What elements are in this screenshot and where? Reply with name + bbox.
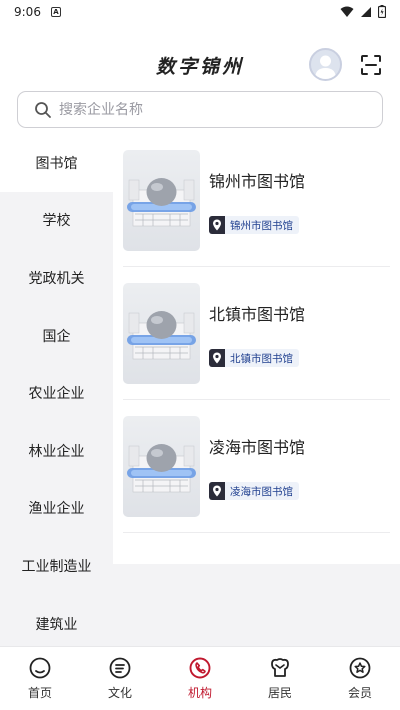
category-label: 农业企业 bbox=[28, 386, 85, 403]
institution-card[interactable]: 北镇市图书馆 北镇市图书馆 bbox=[113, 267, 400, 400]
category-item-agriculture[interactable]: 农业企业 bbox=[0, 364, 113, 422]
signal-icon bbox=[361, 6, 371, 17]
status-bar: 9:06 A bbox=[0, 0, 400, 24]
category-label: 图书馆 bbox=[35, 155, 78, 172]
library-building-image bbox=[123, 416, 200, 517]
location-tag: 锦州市图书馆 bbox=[209, 216, 299, 234]
institution-card[interactable]: 凌海市图书馆 凌海市图书馆 bbox=[113, 400, 400, 533]
category-label: 渔业企业 bbox=[28, 501, 85, 518]
status-icons bbox=[340, 5, 386, 18]
library-building-image bbox=[123, 150, 200, 251]
nav-item-culture[interactable]: 文化 bbox=[80, 647, 160, 710]
category-label: 建筑业 bbox=[35, 616, 78, 633]
member-icon bbox=[349, 657, 371, 679]
home-icon bbox=[29, 657, 51, 679]
category-item-library[interactable]: 图书馆 bbox=[0, 134, 113, 192]
category-item-manufacturing[interactable]: 工业制造业 bbox=[0, 537, 113, 595]
institution-name: 北镇市图书馆 bbox=[209, 305, 306, 324]
content-area: 图书馆 学校 党政机关 国企 农业企业 林业企业 渔业企业 工业制造业 建筑业 bbox=[0, 134, 400, 646]
institution-name: 凌海市图书馆 bbox=[209, 438, 306, 457]
category-label: 党政机关 bbox=[28, 270, 85, 287]
search-icon bbox=[35, 101, 51, 118]
category-item-government[interactable]: 党政机关 bbox=[0, 249, 113, 307]
location-tag: 北镇市图书馆 bbox=[209, 349, 299, 367]
app-header: 数字锦州 bbox=[0, 40, 400, 88]
location-text: 锦州市图书馆 bbox=[230, 219, 293, 232]
nav-item-home[interactable]: 首页 bbox=[0, 647, 80, 710]
institution-list: 锦州市图书馆 锦州市图书馆 北镇市图书馆 北镇市图书馆 凌海市图书馆 凌海市图书… bbox=[113, 134, 400, 564]
status-time: 9:06 bbox=[14, 5, 41, 19]
location-pin-icon bbox=[209, 482, 225, 500]
location-pin-icon bbox=[209, 216, 225, 234]
category-item-school[interactable]: 学校 bbox=[0, 192, 113, 250]
category-item-fishery[interactable]: 渔业企业 bbox=[0, 480, 113, 538]
divider bbox=[123, 532, 390, 533]
category-label: 国企 bbox=[42, 328, 71, 345]
residents-icon bbox=[271, 658, 289, 677]
notification-icon: A bbox=[50, 7, 61, 17]
category-sidebar: 图书馆 学校 党政机关 国企 农业企业 林业企业 渔业企业 工业制造业 建筑业 bbox=[0, 134, 113, 646]
category-item-construction[interactable]: 建筑业 bbox=[0, 595, 113, 646]
category-label: 学校 bbox=[42, 213, 71, 230]
scan-button[interactable] bbox=[358, 52, 384, 78]
category-label: 林业企业 bbox=[28, 443, 85, 460]
nav-label: 会员 bbox=[347, 686, 372, 700]
nav-item-member[interactable]: 会员 bbox=[320, 647, 400, 710]
search-input[interactable] bbox=[59, 101, 359, 118]
culture-icon bbox=[109, 657, 131, 679]
search-bar[interactable] bbox=[17, 91, 383, 128]
nav-item-residents[interactable]: 居民 bbox=[240, 647, 320, 710]
nav-label: 首页 bbox=[27, 686, 52, 700]
battery-icon bbox=[378, 5, 386, 18]
nav-label: 文化 bbox=[107, 686, 132, 700]
wifi-icon bbox=[340, 6, 354, 17]
institution-card[interactable]: 锦州市图书馆 锦州市图书馆 bbox=[113, 134, 400, 267]
location-pin-icon bbox=[209, 349, 225, 367]
institution-icon bbox=[189, 657, 211, 679]
category-item-forestry[interactable]: 林业企业 bbox=[0, 422, 113, 480]
scan-icon bbox=[361, 55, 381, 75]
category-item-state-owned[interactable]: 国企 bbox=[0, 307, 113, 365]
bottom-nav: 首页 文化 机构 居民 会员 bbox=[0, 646, 400, 710]
location-tag: 凌海市图书馆 bbox=[209, 482, 299, 500]
nav-label: 居民 bbox=[267, 686, 292, 700]
avatar[interactable] bbox=[309, 48, 342, 81]
user-avatar-icon bbox=[315, 55, 336, 79]
institution-name: 锦州市图书馆 bbox=[209, 172, 306, 191]
nav-label: 机构 bbox=[187, 686, 212, 700]
location-text: 北镇市图书馆 bbox=[230, 352, 293, 365]
location-text: 凌海市图书馆 bbox=[230, 485, 293, 498]
nav-item-institution[interactable]: 机构 bbox=[160, 647, 240, 710]
category-label: 工业制造业 bbox=[21, 558, 92, 575]
library-building-image bbox=[123, 283, 200, 384]
